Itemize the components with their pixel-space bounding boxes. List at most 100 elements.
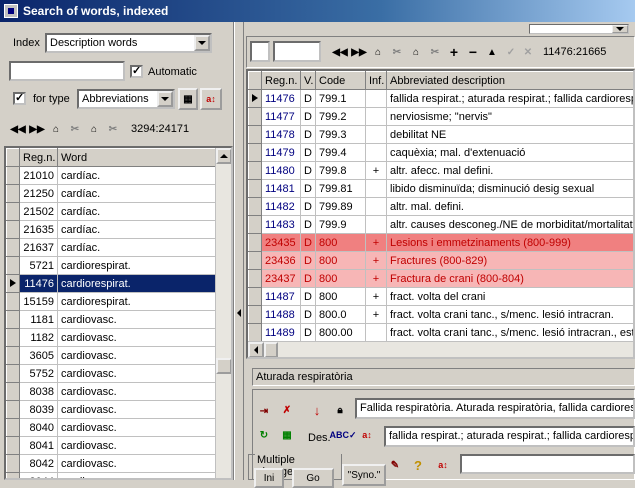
nav-first-button-right[interactable]: ◀◀	[331, 43, 349, 61]
row-indicator[interactable]	[7, 401, 20, 419]
column-header-v[interactable]: V.	[301, 72, 316, 90]
description-cell[interactable]: altr. causes desconeg./NE de morbiditat/…	[387, 216, 635, 234]
folder-paste-button[interactable]: ✂	[104, 120, 122, 138]
row-indicator[interactable]	[249, 306, 262, 324]
calculator-button[interactable]: ▦	[178, 88, 198, 110]
row-indicator[interactable]	[7, 257, 20, 275]
description-cell[interactable]: debilitat NE	[387, 126, 635, 144]
row-indicator[interactable]	[7, 311, 20, 329]
reg-cell[interactable]: 21637	[20, 239, 58, 257]
column-header-code[interactable]: Code	[316, 72, 366, 90]
word-cell[interactable]: cardíac.	[58, 185, 218, 203]
v-cell[interactable]: D	[301, 234, 316, 252]
reg-cell[interactable]: 11480	[262, 162, 301, 180]
code-cell[interactable]: 799.3	[316, 126, 366, 144]
table-row[interactable]: 21502cardíac.	[7, 203, 218, 221]
row-indicator[interactable]	[249, 270, 262, 288]
description-cell[interactable]: caquèxia; mal. d'extenuació	[387, 144, 635, 162]
inf-cell[interactable]	[366, 324, 387, 342]
cancel-button[interactable]: ✕	[519, 43, 537, 61]
chevron-down-icon[interactable]	[194, 35, 210, 51]
automatic-checkbox[interactable]: ✓	[130, 65, 143, 78]
table-row[interactable]: 15159cardiorespirat.	[7, 293, 218, 311]
scroll-up-icon[interactable]	[216, 148, 232, 164]
index-combo[interactable]: Description words	[45, 33, 212, 53]
chevron-down-icon[interactable]	[157, 91, 173, 107]
row-indicator[interactable]	[249, 216, 262, 234]
row-indicator[interactable]	[7, 347, 20, 365]
table-row[interactable]: 11478D799.3debilitat NE	[249, 126, 635, 144]
move-up-button[interactable]: ▲	[483, 43, 501, 61]
row-indicator[interactable]	[7, 437, 20, 455]
row-indicator[interactable]	[249, 288, 262, 306]
row-indicator[interactable]	[7, 455, 20, 473]
v-cell[interactable]: D	[301, 162, 316, 180]
codes-hscrollbar[interactable]	[248, 341, 633, 357]
chevron-down-icon[interactable]	[612, 25, 628, 33]
synonyms-button[interactable]: "Syno."	[342, 464, 386, 486]
reg-cell[interactable]: 21635	[20, 221, 58, 239]
refresh-button[interactable]: ↻	[254, 425, 274, 445]
v-cell[interactable]: D	[301, 288, 316, 306]
row-indicator[interactable]	[249, 234, 262, 252]
description-cell[interactable]: libido disminuïda; disminució desig sexu…	[387, 180, 635, 198]
folder-button-right[interactable]: ⌂	[369, 43, 387, 61]
column-header-reg[interactable]: Reg.n.	[262, 72, 301, 90]
reg-cell[interactable]: 23437	[262, 270, 301, 288]
word-cell[interactable]: cardiorespirat.	[58, 275, 218, 293]
row-indicator[interactable]	[7, 167, 20, 185]
description-cell[interactable]: Lesions i emmetzinaments (800-999)	[387, 234, 635, 252]
row-indicator[interactable]	[249, 198, 262, 216]
folder-up-button[interactable]: ⌂	[47, 120, 65, 138]
table-row[interactable]: 1181cardiovasc.	[7, 311, 218, 329]
word-cell[interactable]: cardíac.	[58, 239, 218, 257]
reg-cell[interactable]: 1182	[20, 329, 58, 347]
word-cell[interactable]: cardiovasc.	[58, 401, 218, 419]
paste-button-right[interactable]: ✂	[426, 43, 444, 61]
pane-splitter[interactable]	[234, 22, 244, 480]
reg-cell[interactable]: 11487	[262, 288, 301, 306]
table-row[interactable]: 1182cardiovasc.	[7, 329, 218, 347]
reg-cell[interactable]: 11481	[262, 180, 301, 198]
row-indicator[interactable]	[7, 275, 20, 293]
reg-cell[interactable]: 11476	[262, 90, 301, 108]
inf-cell[interactable]	[366, 90, 387, 108]
code-cell[interactable]: 800	[316, 288, 366, 306]
v-cell[interactable]: D	[301, 324, 316, 342]
column-header-word[interactable]: Word	[58, 149, 218, 167]
column-header-reg[interactable]: Reg.n.	[20, 149, 58, 167]
row-indicator[interactable]	[7, 365, 20, 383]
word-cell[interactable]: cardiovasc.	[58, 419, 218, 437]
codes-grid[interactable]: Reg.n. V. Code Inf. Abbreviated descript…	[246, 69, 635, 359]
code-cell[interactable]: 799.89	[316, 198, 366, 216]
folder-cut-button[interactable]: ✂	[66, 120, 84, 138]
table-row[interactable]: 11476cardiorespirat.	[7, 275, 218, 293]
tools-button[interactable]: ✗	[277, 400, 297, 420]
scroll-thumb[interactable]	[216, 358, 232, 374]
code-cell[interactable]: 799.2	[316, 108, 366, 126]
table-row[interactable]: 11483D799.9altr. causes desconeg./NE de …	[249, 216, 635, 234]
table-row[interactable]: 8039cardiovasc.	[7, 401, 218, 419]
word-cell[interactable]: cardiorespirat.	[58, 257, 218, 275]
spreadsheet-button[interactable]: ▦	[277, 425, 297, 445]
row-indicator[interactable]	[7, 293, 20, 311]
table-row[interactable]: 8038cardiovasc.	[7, 383, 218, 401]
row-indicator[interactable]	[7, 185, 20, 203]
description-cell[interactable]: Fractura de crani (800-804)	[387, 270, 635, 288]
case-convert-button[interactable]: a↕	[200, 88, 222, 110]
word-cell[interactable]: cardíac.	[58, 167, 218, 185]
reg-cell[interactable]: 23436	[262, 252, 301, 270]
v-cell[interactable]: D	[301, 198, 316, 216]
column-header-inf[interactable]: Inf.	[366, 72, 387, 90]
confirm-button[interactable]: ✓	[502, 43, 520, 61]
word-cell[interactable]: cardíac.	[58, 203, 218, 221]
reg-cell[interactable]: 8044	[20, 473, 58, 481]
code-cell[interactable]: 799.4	[316, 144, 366, 162]
full-description-field[interactable]: Fallida respiratòria. Aturada respiratòr…	[355, 398, 635, 419]
table-row[interactable]: 11487D800+fract. volta del crani	[249, 288, 635, 306]
nav-next-button[interactable]: ▶▶	[28, 120, 46, 138]
row-indicator[interactable]	[249, 162, 262, 180]
inf-cell[interactable]	[366, 216, 387, 234]
bottom-input[interactable]	[460, 454, 635, 474]
for-type-checkbox[interactable]: ✓	[13, 92, 26, 105]
